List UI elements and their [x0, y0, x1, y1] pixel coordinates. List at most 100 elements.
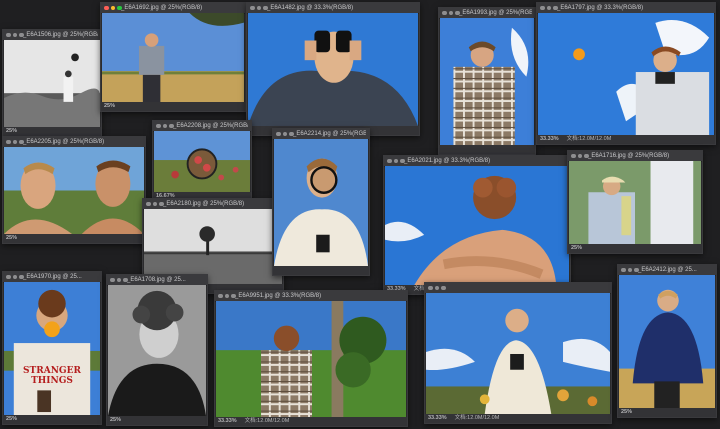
close-icon[interactable]: [110, 277, 115, 282]
minimize-icon[interactable]: [393, 158, 398, 163]
window-controls[interactable]: [250, 5, 268, 11]
close-icon[interactable]: [442, 10, 447, 15]
close-icon[interactable]: [540, 5, 545, 10]
status-bar: 33.33% 文档:12.0M/12.0M: [537, 135, 715, 144]
photo-window-e6a1797[interactable]: _E6A1797.jpg @ 33.3%(RGB/8) 33.33% 文档:12.…: [536, 2, 716, 145]
close-icon[interactable]: [276, 131, 281, 136]
close-icon[interactable]: [428, 285, 433, 290]
photo-canvas[interactable]: [102, 13, 244, 102]
minimize-icon[interactable]: [434, 285, 439, 290]
window-title: _E6A2021.jpg @ 33.3%(RGB/8): [404, 158, 491, 164]
close-icon[interactable]: [6, 274, 11, 279]
close-icon[interactable]: [156, 123, 161, 128]
photo-canvas[interactable]: [569, 161, 701, 244]
photo-window-hoodie[interactable]: 33.33% 文档:12.0M/12.0M: [424, 282, 612, 424]
window-title: _E6A1797.jpg @ 33.3%(RGB/8): [557, 5, 644, 11]
photo-window-e6a2021[interactable]: _E6A2021.jpg @ 33.3%(RGB/8) 33.33%文档:12.…: [383, 155, 571, 295]
photo-window-e6a9951[interactable]: _E6A9951.jpg @ 33.3%(RGB/8) 33.33% 文档:12.…: [214, 290, 408, 427]
minimize-icon[interactable]: [577, 153, 582, 158]
window-controls[interactable]: [442, 10, 460, 16]
window-controls[interactable]: [104, 5, 122, 11]
photo-window-e6a2205[interactable]: _E6A2205.jpg @ 25%(RGB/8) 25%: [2, 136, 146, 244]
status-bar: 25%: [568, 244, 702, 253]
window-controls[interactable]: [6, 32, 24, 38]
window-controls[interactable]: [146, 201, 164, 207]
close-icon[interactable]: [6, 32, 11, 37]
window-controls[interactable]: [428, 285, 446, 291]
minimize-icon[interactable]: [116, 277, 121, 282]
zoom-level: 25%: [571, 245, 583, 251]
photo-window-e6a1692[interactable]: _E6A1692.jpg @ 25%(RGB/8) 25%: [100, 2, 246, 112]
zoom-level: 33.33%: [540, 136, 559, 142]
bw-portrait-photo: [108, 285, 206, 416]
window-controls[interactable]: [110, 277, 128, 283]
photo-canvas[interactable]: [108, 285, 206, 416]
minimize-icon[interactable]: [546, 5, 551, 10]
window-controls[interactable]: [276, 131, 294, 137]
photo-canvas[interactable]: [426, 293, 610, 414]
photo-window-e6a1716[interactable]: _E6A1716.jpg @ 25%(RGB/8) 25%: [567, 150, 703, 254]
plaid-back-photo: [216, 301, 406, 417]
document-size: 文档:12.0M/12.0M: [566, 136, 612, 142]
minimize-icon[interactable]: [162, 123, 167, 128]
photo-canvas[interactable]: [440, 18, 534, 145]
minimize-icon[interactable]: [110, 5, 115, 10]
zoom-level: 25%: [621, 409, 633, 415]
sweater-print: STRANGER THINGS: [23, 366, 81, 386]
photo-canvas[interactable]: [538, 13, 714, 135]
close-icon[interactable]: [250, 5, 255, 10]
window-controls[interactable]: [6, 139, 24, 145]
window-controls[interactable]: [6, 274, 24, 280]
photo-window-e6a1993[interactable]: _E6A1993.jpg @ 25%(RGB/8): [438, 7, 536, 155]
photo-canvas[interactable]: [154, 131, 250, 192]
photo-canvas[interactable]: [4, 40, 100, 127]
close-icon[interactable]: [146, 201, 151, 206]
window-title: _E6A1708.jpg @ 25...: [127, 277, 186, 283]
window-controls[interactable]: [621, 267, 639, 273]
photo-window-e6a2214[interactable]: _E6A2214.jpg @ 25%(RGB/8): [272, 128, 370, 276]
photo-canvas[interactable]: [385, 166, 569, 285]
minimize-icon[interactable]: [282, 131, 287, 136]
minimize-icon[interactable]: [448, 10, 453, 15]
photo-window-e6a1506[interactable]: _E6A1506.jpg @ 25%(RGB/8) 25%: [2, 29, 102, 137]
status-bar: 33.33% 文档:12.0M/12.0M: [215, 417, 407, 426]
close-icon[interactable]: [387, 158, 392, 163]
flowers-photo: [154, 131, 250, 192]
navy-jacket-photo: [619, 275, 715, 408]
ball-toss-photo: [538, 13, 714, 135]
close-icon[interactable]: [621, 267, 626, 272]
minimize-icon[interactable]: [224, 293, 229, 298]
hoodie-photo: [426, 293, 610, 414]
window-title: _E6A1692.jpg @ 25%(RGB/8): [121, 5, 203, 11]
zoom-level: 25%: [6, 416, 18, 422]
photo-canvas[interactable]: [4, 147, 144, 234]
magnifier-photo: [274, 139, 368, 266]
photo-window-e6a1708[interactable]: _E6A1708.jpg @ 25... 25%: [106, 274, 208, 426]
window-controls[interactable]: [218, 293, 236, 299]
photo-canvas[interactable]: [274, 139, 368, 266]
sweater-photo: [4, 282, 100, 415]
minimize-icon[interactable]: [12, 139, 17, 144]
window-controls[interactable]: [156, 123, 174, 129]
minimize-icon[interactable]: [12, 274, 17, 279]
window-controls[interactable]: [571, 153, 589, 159]
photo-window-e6a2208[interactable]: _E6A2208.jpg @ 25%(RGB/8) 16.67%: [152, 120, 252, 202]
close-icon[interactable]: [6, 139, 11, 144]
window-controls[interactable]: [387, 158, 405, 164]
photo-window-e6a1970[interactable]: _E6A1970.jpg @ 25... STRANGER THINGS 25%: [2, 271, 102, 425]
photo-window-e6a1482[interactable]: _E6A1482.jpg @ 33.3%(RGB/8): [246, 2, 420, 136]
window-controls[interactable]: [540, 5, 558, 11]
photo-canvas[interactable]: [216, 301, 406, 417]
close-icon[interactable]: [104, 5, 109, 10]
photo-canvas[interactable]: STRANGER THINGS: [4, 282, 100, 415]
minimize-icon[interactable]: [627, 267, 632, 272]
minimize-icon[interactable]: [256, 5, 261, 10]
close-icon[interactable]: [571, 153, 576, 158]
close-icon[interactable]: [218, 293, 223, 298]
photo-canvas[interactable]: [248, 13, 418, 126]
photo-window-e6a2412[interactable]: _E6A2412.jpg @ 25... 25%: [617, 264, 717, 418]
photo-canvas[interactable]: [619, 275, 715, 408]
photo-canvas[interactable]: [144, 209, 282, 284]
minimize-icon[interactable]: [12, 32, 17, 37]
minimize-icon[interactable]: [152, 201, 157, 206]
